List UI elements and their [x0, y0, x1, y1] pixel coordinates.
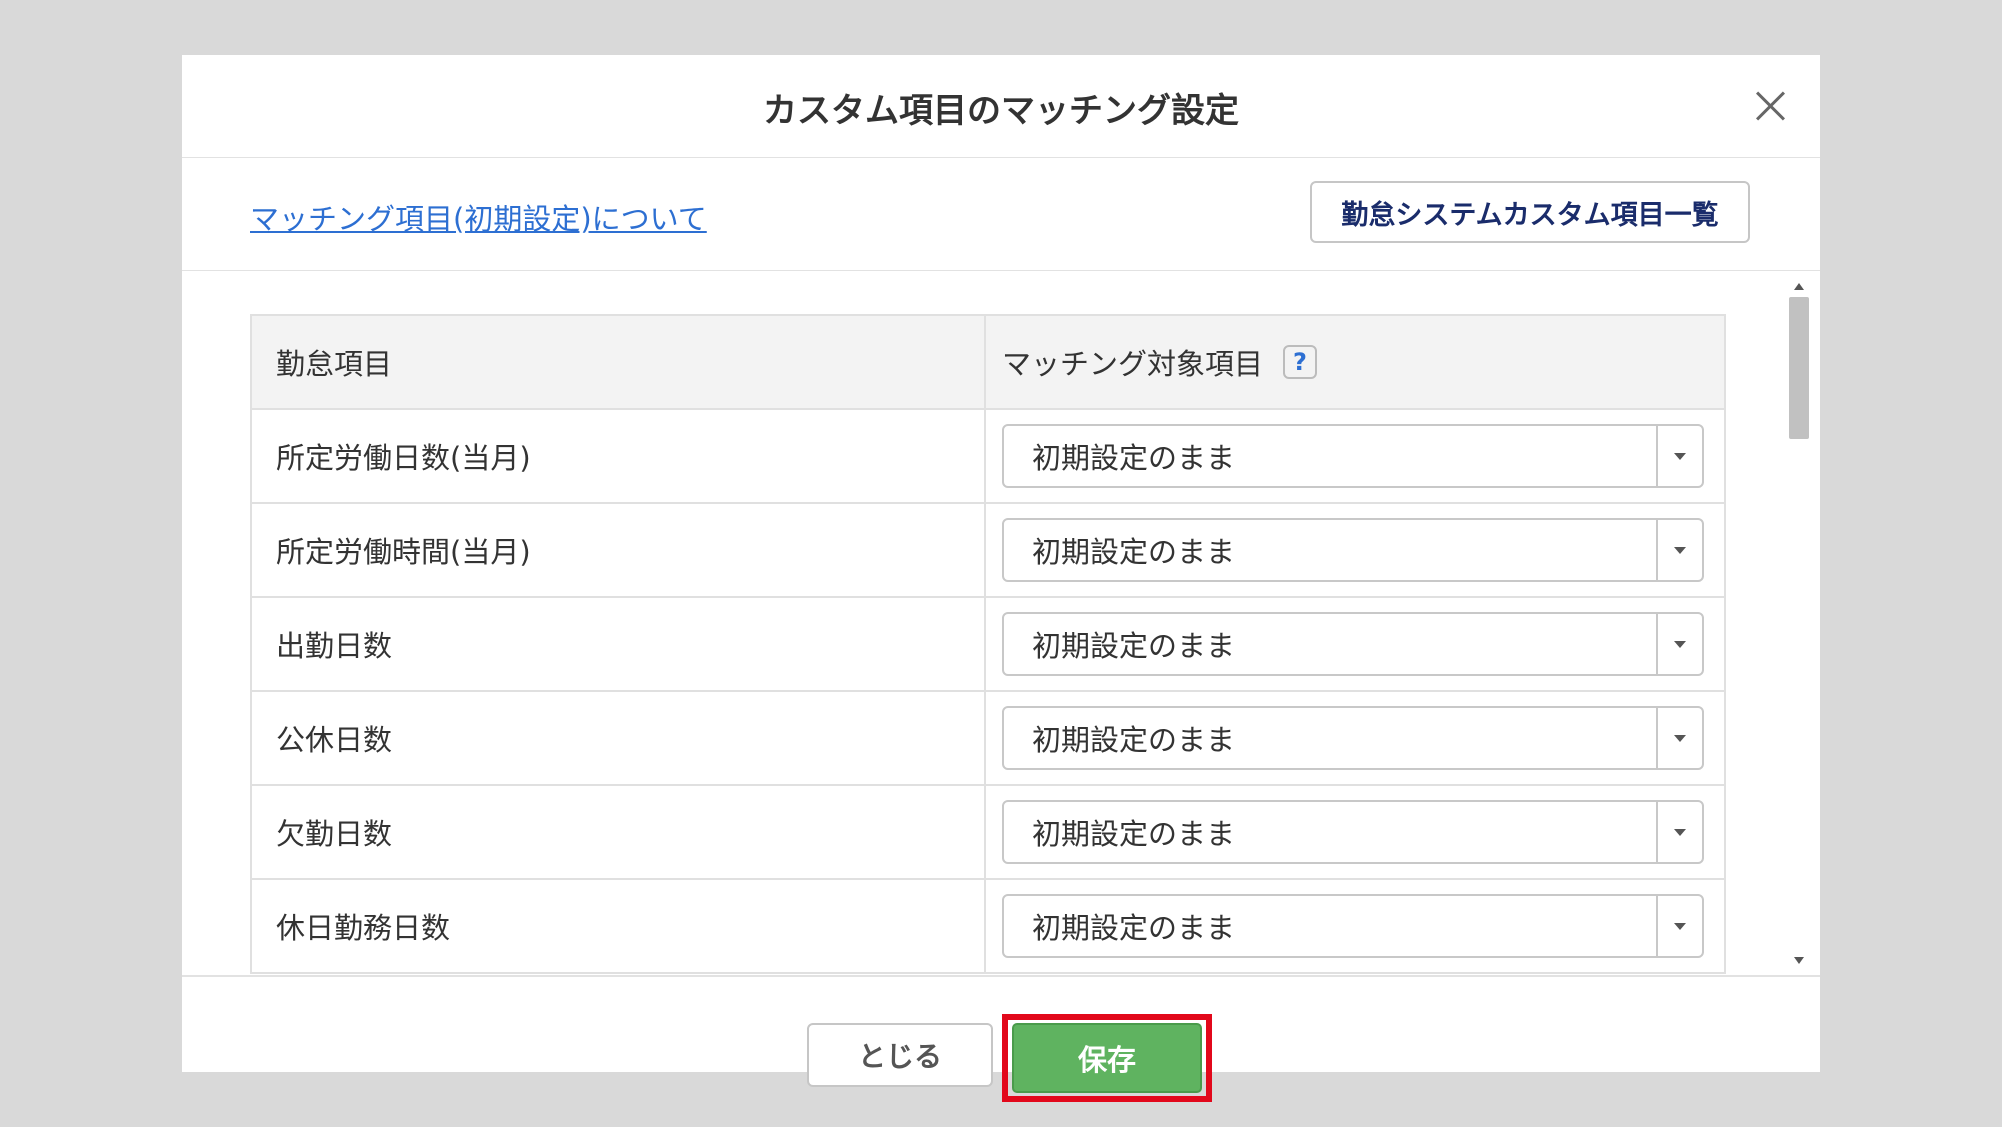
table-row: 休日勤務日数 初期設定のまま — [252, 880, 1724, 974]
scroll-thumb[interactable] — [1789, 297, 1809, 439]
matching-select[interactable]: 初期設定のまま — [1002, 518, 1704, 582]
column-header-matching-target: マッチング対象項目 ? — [986, 316, 1724, 408]
column-header-label: マッチング対象項目 — [1002, 347, 1264, 381]
matching-help-link[interactable]: マッチング項目(初期設定)について — [250, 196, 707, 238]
attendance-item-label: 所定労働日数(当月) — [252, 410, 986, 502]
matching-cell: 初期設定のまま — [986, 410, 1724, 502]
modal-title: カスタム項目のマッチング設定 — [763, 91, 1239, 131]
select-value: 初期設定のまま — [1032, 535, 1236, 569]
attendance-item-label: 出勤日数 — [252, 598, 986, 690]
scroll-up-arrow-icon[interactable] — [1794, 283, 1804, 290]
select-value: 初期設定のまま — [1032, 629, 1236, 663]
select-value: 初期設定のまま — [1032, 441, 1236, 475]
modal-body: 勤怠項目 マッチング対象項目 ? 所定労働日数(当月) 初期設定のまま 所定労働… — [182, 271, 1820, 975]
chevron-down-icon[interactable] — [1656, 802, 1702, 862]
matching-cell: 初期設定のまま — [986, 786, 1724, 878]
matching-table: 勤怠項目 マッチング対象項目 ? 所定労働日数(当月) 初期設定のまま 所定労働… — [250, 314, 1726, 974]
attendance-item-label: 休日勤務日数 — [252, 880, 986, 972]
table-header-row: 勤怠項目 マッチング対象項目 ? — [252, 316, 1724, 410]
vertical-scrollbar[interactable] — [1788, 277, 1810, 964]
table-row: 所定労働時間(当月) 初期設定のまま — [252, 504, 1724, 598]
column-header-attendance-item: 勤怠項目 — [252, 316, 986, 408]
custom-items-list-button[interactable]: 勤怠システムカスタム項目一覧 — [1310, 181, 1750, 243]
matching-cell: 初期設定のまま — [986, 880, 1724, 972]
matching-select[interactable]: 初期設定のまま — [1002, 612, 1704, 676]
scroll-down-arrow-icon[interactable] — [1794, 957, 1804, 964]
chevron-down-icon[interactable] — [1656, 896, 1702, 956]
matching-select[interactable]: 初期設定のまま — [1002, 800, 1704, 864]
matching-cell: 初期設定のまま — [986, 598, 1724, 690]
matching-select[interactable]: 初期設定のまま — [1002, 894, 1704, 958]
close-icon[interactable] — [1750, 85, 1790, 125]
modal-footer: とじる 保存 — [182, 975, 1820, 1102]
table-row: 公休日数 初期設定のまま — [252, 692, 1724, 786]
modal-header: カスタム項目のマッチング設定 — [182, 55, 1820, 158]
matching-cell: 初期設定のまま — [986, 692, 1724, 784]
chevron-down-icon[interactable] — [1656, 708, 1702, 768]
matching-cell: 初期設定のまま — [986, 504, 1724, 596]
select-value: 初期設定のまま — [1032, 723, 1236, 757]
select-value: 初期設定のまま — [1032, 911, 1236, 945]
table-row: 出勤日数 初期設定のまま — [252, 598, 1724, 692]
table-row: 欠勤日数 初期設定のまま — [252, 786, 1724, 880]
question-icon[interactable]: ? — [1283, 345, 1318, 379]
chevron-down-icon[interactable] — [1656, 426, 1702, 486]
close-button[interactable]: とじる — [807, 1023, 993, 1087]
chevron-down-icon[interactable] — [1656, 520, 1702, 580]
chevron-down-icon[interactable] — [1656, 614, 1702, 674]
attendance-item-label: 欠勤日数 — [252, 786, 986, 878]
matching-select[interactable]: 初期設定のまま — [1002, 424, 1704, 488]
matching-select[interactable]: 初期設定のまま — [1002, 706, 1704, 770]
attendance-item-label: 所定労働時間(当月) — [252, 504, 986, 596]
table-row: 所定労働日数(当月) 初期設定のまま — [252, 410, 1724, 504]
save-button[interactable]: 保存 — [1012, 1023, 1202, 1093]
select-value: 初期設定のまま — [1032, 817, 1236, 851]
matching-settings-modal: カスタム項目のマッチング設定 マッチング項目(初期設定)について 勤怠システムカ… — [182, 55, 1820, 1102]
attendance-item-label: 公休日数 — [252, 692, 986, 784]
